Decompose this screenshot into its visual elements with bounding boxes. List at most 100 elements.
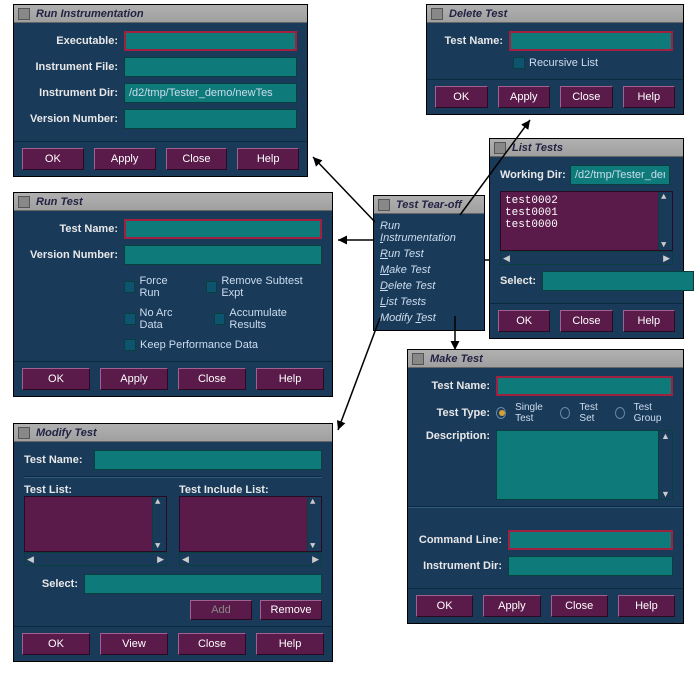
tearoff-menu-item[interactable]: Make Test [376, 262, 482, 278]
force-run-checkbox[interactable] [124, 281, 135, 293]
test-name-input[interactable] [496, 376, 673, 396]
test-name-label: Test Name: [24, 454, 94, 466]
instrument-file-input[interactable] [124, 57, 297, 77]
titlebar[interactable]: Run Instrumentation [14, 5, 307, 23]
sysmenu-icon[interactable] [378, 199, 390, 211]
remove-subtest-checkbox[interactable] [206, 281, 217, 293]
titlebar[interactable]: Run Test [14, 193, 332, 211]
ok-button[interactable]: OK [435, 86, 488, 108]
help-button[interactable]: Help [256, 633, 324, 655]
ok-button[interactable]: OK [22, 148, 84, 170]
close-button[interactable]: Close [178, 368, 246, 390]
scrollbar-horizontal-icon[interactable]: ◀▶ [179, 552, 322, 566]
help-button[interactable]: Help [256, 368, 324, 390]
sysmenu-icon[interactable] [431, 8, 443, 20]
help-button[interactable]: Help [623, 86, 676, 108]
executable-input[interactable] [124, 31, 297, 51]
window-title: Delete Test [449, 8, 507, 20]
version-number-input[interactable] [124, 245, 322, 265]
test-name-label: Test Name: [24, 223, 124, 235]
sysmenu-icon[interactable] [18, 8, 30, 20]
view-button[interactable]: View [100, 633, 168, 655]
titlebar[interactable]: Delete Test [427, 5, 683, 23]
select-input[interactable] [84, 574, 322, 594]
window-title: List Tests [512, 142, 563, 154]
help-button[interactable]: Help [618, 595, 675, 617]
keep-performance-checkbox[interactable] [124, 339, 136, 351]
command-line-label: Command Line: [418, 534, 508, 546]
tests-listbox[interactable]: test0002test0001test0000 [500, 191, 673, 251]
help-button[interactable]: Help [237, 148, 299, 170]
select-input[interactable] [542, 271, 694, 291]
tearoff-menu-item[interactable]: Modify Test [376, 310, 482, 326]
tearoff-menu-item[interactable]: Run Instrumentation [376, 218, 482, 246]
sysmenu-icon[interactable] [18, 427, 30, 439]
titlebar[interactable]: List Tests [490, 139, 683, 157]
test-tearoff-menu: Test Tear-off Run InstrumentationRun Tes… [373, 195, 485, 331]
test-list-box[interactable] [24, 496, 167, 552]
tearoff-menu-item[interactable]: Delete Test [376, 278, 482, 294]
titlebar[interactable]: Test Tear-off [374, 196, 484, 214]
ok-button[interactable]: OK [498, 310, 550, 332]
scrollbar-horizontal-icon[interactable]: ◀▶ [24, 552, 167, 566]
working-dir-input[interactable] [570, 165, 670, 185]
recursive-list-checkbox[interactable] [513, 57, 525, 69]
test-name-input[interactable] [509, 31, 673, 51]
make-test-window: Make Test Test Name: Test Type: Single T… [407, 349, 684, 624]
scrollbar-horizontal-icon[interactable]: ◀▶ [500, 251, 673, 265]
single-test-radio[interactable] [496, 407, 506, 419]
instrument-dir-input[interactable] [508, 556, 673, 576]
test-include-list-label: Test Include List: [179, 484, 322, 496]
ok-button[interactable]: OK [22, 368, 90, 390]
test-list-label: Test List: [24, 484, 167, 496]
command-line-input[interactable] [508, 530, 673, 550]
no-arc-data-label: No Arc Data [140, 307, 196, 331]
accumulate-results-checkbox[interactable] [214, 313, 226, 325]
test-group-radio[interactable] [615, 407, 625, 419]
sysmenu-icon[interactable] [18, 196, 30, 208]
keep-performance-label: Keep Performance Data [140, 339, 258, 351]
close-button[interactable]: Close [551, 595, 608, 617]
apply-button[interactable]: Apply [498, 86, 551, 108]
ok-button[interactable]: OK [416, 595, 473, 617]
close-button[interactable]: Close [560, 86, 613, 108]
remove-subtest-label: Remove Subtest Expt [221, 275, 322, 299]
list-item[interactable]: test0002 [505, 195, 668, 207]
executable-label: Executable: [24, 35, 124, 47]
no-arc-data-checkbox[interactable] [124, 313, 136, 325]
apply-button[interactable]: Apply [483, 595, 540, 617]
ok-button[interactable]: OK [22, 633, 90, 655]
test-set-radio[interactable] [560, 407, 570, 419]
titlebar[interactable]: Make Test [408, 350, 683, 368]
sysmenu-icon[interactable] [494, 142, 506, 154]
remove-button[interactable]: Remove [260, 600, 322, 620]
close-button[interactable]: Close [166, 148, 228, 170]
version-number-label: Version Number: [24, 249, 124, 261]
instrument-dir-input[interactable] [124, 83, 297, 103]
tearoff-menu-item[interactable]: List Tests [376, 294, 482, 310]
list-item[interactable]: test0000 [505, 219, 668, 231]
help-button[interactable]: Help [623, 310, 675, 332]
test-name-input[interactable] [94, 450, 322, 470]
apply-button[interactable]: Apply [94, 148, 156, 170]
scrollbar-vertical-icon[interactable] [658, 192, 672, 250]
scrollbar-vertical-icon[interactable] [658, 431, 672, 499]
test-include-list-box[interactable] [179, 496, 322, 552]
description-textarea[interactable] [496, 430, 673, 500]
scrollbar-vertical-icon[interactable] [152, 497, 166, 551]
instrument-dir-label: Instrument Dir: [418, 560, 508, 572]
scrollbar-vertical-icon[interactable] [307, 497, 321, 551]
titlebar[interactable]: Modify Test [14, 424, 332, 442]
test-name-input[interactable] [124, 219, 322, 239]
version-number-input[interactable] [124, 109, 297, 129]
sysmenu-icon[interactable] [412, 353, 424, 365]
list-item[interactable]: test0001 [505, 207, 668, 219]
add-button[interactable]: Add [190, 600, 252, 620]
tearoff-menu-item[interactable]: Run Test [376, 246, 482, 262]
apply-button[interactable]: Apply [100, 368, 168, 390]
window-title: Run Instrumentation [36, 8, 144, 20]
run-instrumentation-window: Run Instrumentation Executable: Instrume… [13, 4, 308, 177]
close-button[interactable]: Close [560, 310, 612, 332]
instrument-file-label: Instrument File: [24, 61, 124, 73]
close-button[interactable]: Close [178, 633, 246, 655]
